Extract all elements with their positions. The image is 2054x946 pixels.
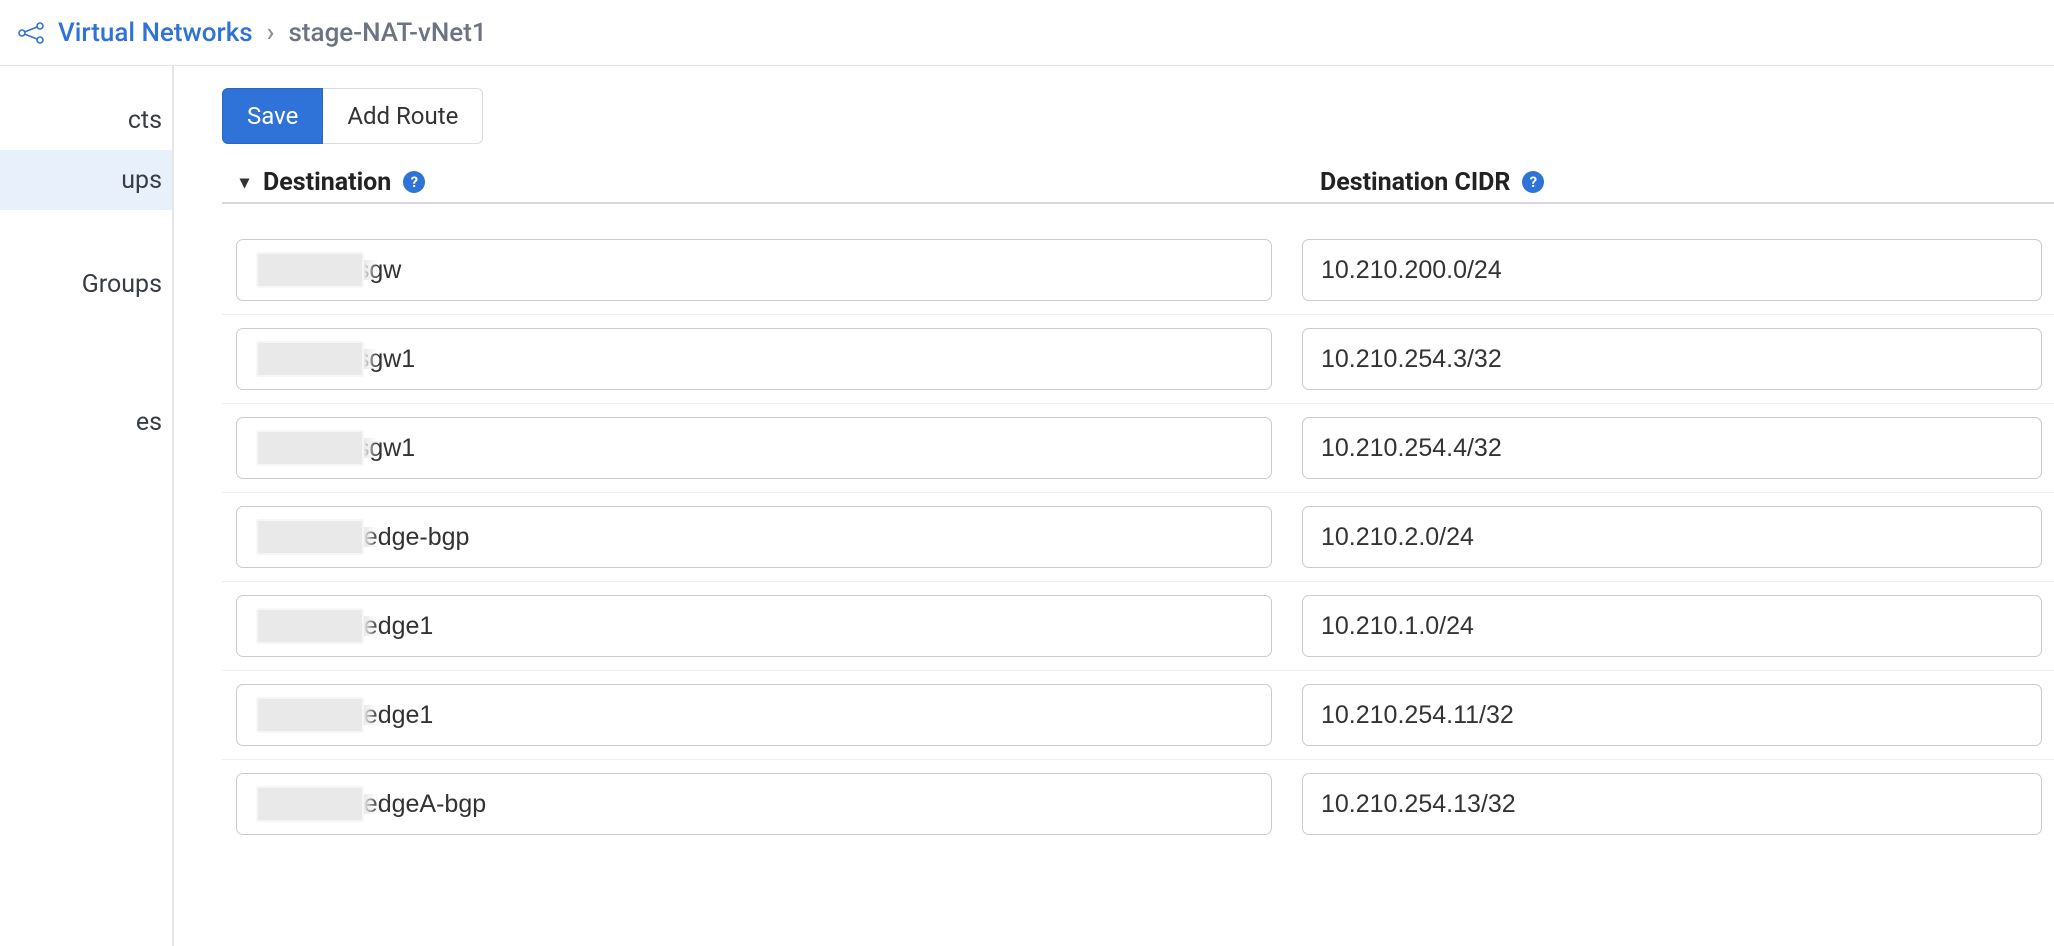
table-row [222,226,2054,314]
destination-input[interactable] [236,417,1272,479]
sidebar-item-label: ups [121,166,162,195]
help-icon[interactable]: ? [403,171,425,193]
cidr-input[interactable] [1302,773,2042,835]
sidebar-item-2[interactable]: Groups [0,254,172,314]
cidr-input[interactable] [1302,506,2042,568]
cidr-input[interactable] [1302,328,2042,390]
cell-destination [222,595,1302,657]
destination-input[interactable] [236,506,1272,568]
sidebar: cts ups Groups es [0,66,174,946]
cidr-input[interactable] [1302,595,2042,657]
table-row [222,314,2054,403]
cell-destination [222,417,1302,479]
table-header: ▾ Destination ? Destination CIDR ? [222,162,2054,204]
column-header-cidr[interactable]: Destination CIDR ? [1320,168,2054,197]
sidebar-item-label: cts [128,106,162,135]
table-row [222,403,2054,492]
destination-input[interactable] [236,328,1272,390]
cell-destination [222,328,1302,390]
toolbar: Save Add Route [222,88,2054,144]
cell-cidr [1302,595,2042,657]
table-body [222,226,2054,848]
sidebar-item-3[interactable]: es [0,392,172,452]
network-topology-icon [18,22,48,44]
body: cts ups Groups es Save Add Route ▾ [0,66,2054,946]
sidebar-item-1[interactable]: ups [0,150,172,210]
cell-destination [222,773,1302,835]
cidr-input[interactable] [1302,239,2042,301]
cell-cidr [1302,328,2042,390]
caret-down-icon: ▾ [240,172,249,193]
destination-input[interactable] [236,239,1272,301]
cell-destination [222,684,1302,746]
cidr-input[interactable] [1302,417,2042,479]
column-header-label: Destination [263,168,391,197]
main-panel: Save Add Route ▾ Destination ? Destinati… [174,66,2054,946]
column-header-destination[interactable]: ▾ Destination ? [240,168,1320,197]
sidebar-item-label: es [136,408,162,437]
save-button[interactable]: Save [222,88,323,144]
breadcrumb: Virtual Networks › stage-NAT-vNet1 [0,0,2054,66]
cell-cidr [1302,417,2042,479]
breadcrumb-parent-link[interactable]: Virtual Networks [18,18,253,48]
help-icon[interactable]: ? [1522,171,1544,193]
chevron-right-icon: › [267,18,275,48]
cell-destination [222,506,1302,568]
cidr-input[interactable] [1302,684,2042,746]
destination-input[interactable] [236,684,1272,746]
page-root: Virtual Networks › stage-NAT-vNet1 cts u… [0,0,2054,946]
breadcrumb-parent-label: Virtual Networks [58,18,253,48]
table-row [222,759,2054,848]
cell-destination [222,239,1302,301]
cell-cidr [1302,684,2042,746]
cell-cidr [1302,773,2042,835]
table-row [222,492,2054,581]
sidebar-item-0[interactable]: cts [0,90,172,150]
table-row [222,670,2054,759]
sidebar-item-label: Groups [82,270,162,299]
column-header-label: Destination CIDR [1320,168,1510,197]
destination-input[interactable] [236,773,1272,835]
table-row [222,581,2054,670]
breadcrumb-current: stage-NAT-vNet1 [289,18,487,48]
add-route-button[interactable]: Add Route [323,88,483,144]
destination-input[interactable] [236,595,1272,657]
cell-cidr [1302,506,2042,568]
cell-cidr [1302,239,2042,301]
